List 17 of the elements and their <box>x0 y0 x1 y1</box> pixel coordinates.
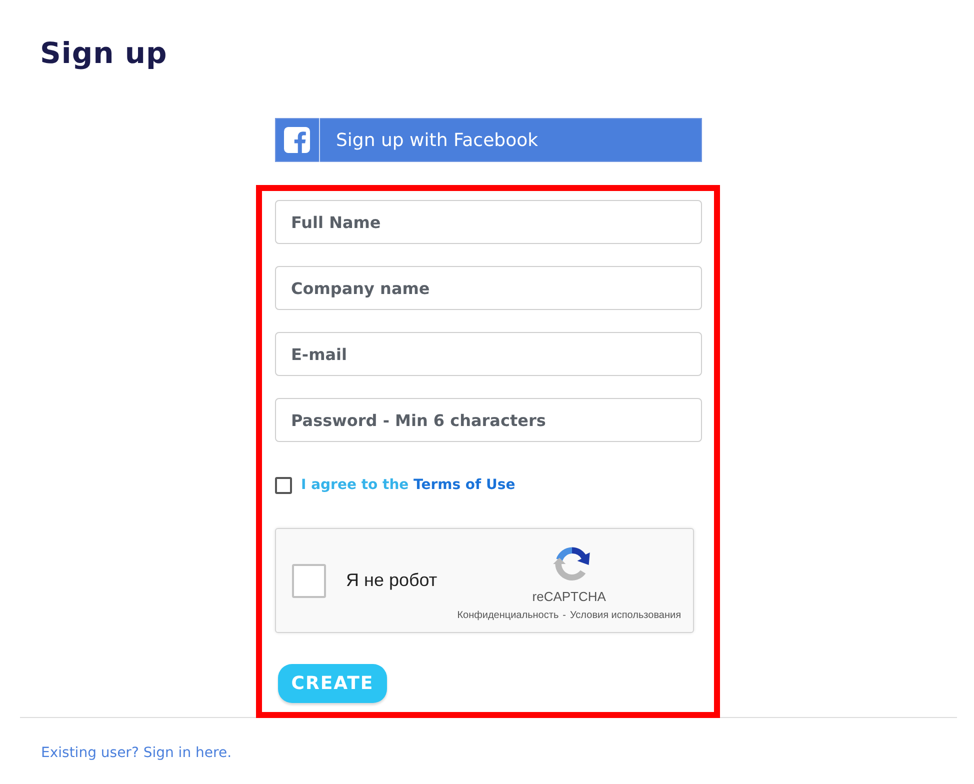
sign-in-link[interactable]: Existing user? Sign in here. <box>41 745 232 761</box>
input-field[interactable]: Company name <box>275 266 702 310</box>
facebook-icon <box>284 127 310 153</box>
checkbox[interactable] <box>275 476 292 494</box>
input-field[interactable]: E-mail <box>275 332 702 376</box>
input-field[interactable]: Full Name <box>275 200 702 244</box>
captcha-brand: reCAPTCHA <box>532 589 606 604</box>
captcha-checkbox[interactable] <box>292 564 326 598</box>
separator-text: - <box>562 610 566 621</box>
captcha-label: Я не робот <box>346 570 438 591</box>
terms-link[interactable]: Terms of Use <box>414 477 516 493</box>
terms-link[interactable]: Условия использования <box>570 610 681 621</box>
facebook-button[interactable]: Sign up with Facebook <box>275 118 702 162</box>
privacy-link[interactable]: Конфиденциальность <box>457 610 559 621</box>
page-title: Sign up <box>39 35 168 71</box>
input-field[interactable]: Password - Min 6 characters <box>275 398 702 442</box>
terms-text: I agree to the Terms of Use <box>301 477 516 493</box>
